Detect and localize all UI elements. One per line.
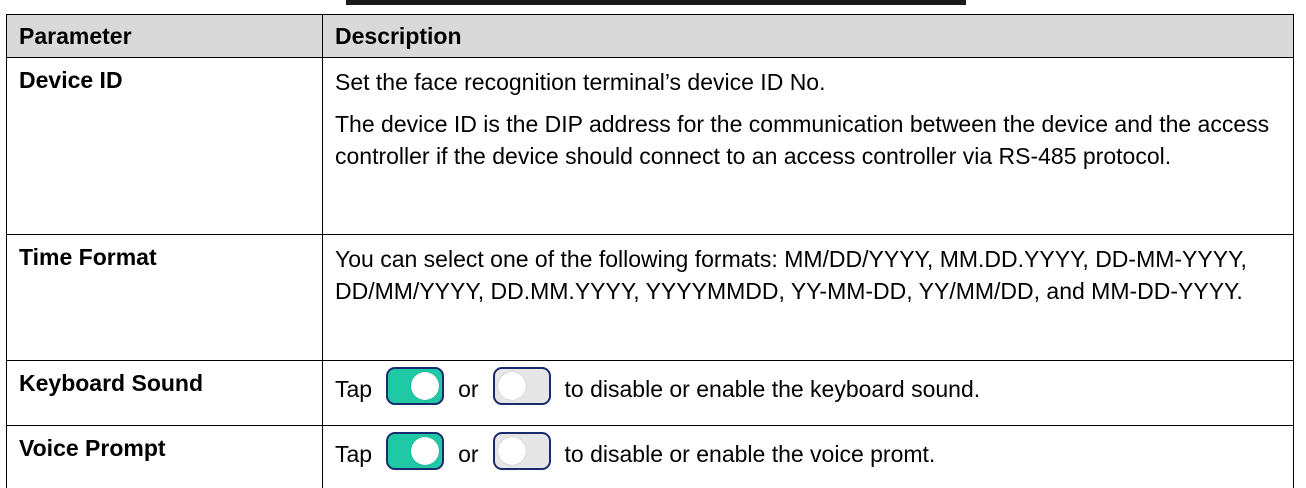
desc-text: You can select one of the following form…	[335, 246, 1247, 304]
toggle-instruction: Tap or to disable or enable the keyboard…	[335, 367, 1281, 405]
param-name-time-format: Time Format	[6, 234, 323, 361]
parameter-table: Parameter Description Device ID Set the …	[6, 14, 1294, 488]
toggle-off-icon	[492, 367, 551, 405]
table-row: Time Format You can select one of the fo…	[6, 234, 1294, 361]
desc-text: Set the face recognition terminal’s devi…	[335, 69, 826, 95]
toggle-on-icon	[386, 367, 445, 405]
table-header-row: Parameter Description	[6, 14, 1294, 58]
header-description: Description	[322, 14, 1294, 58]
or-text: or	[458, 441, 479, 467]
toggle-off-icon	[492, 432, 551, 470]
instruction-text: to disable or enable the keyboard sound.	[564, 376, 981, 402]
param-desc-voice-prompt: Tap or to disable or enable the voice pr…	[322, 425, 1294, 488]
toggle-on-icon	[386, 432, 445, 470]
page-top-rule	[346, 0, 966, 5]
param-desc-time-format: You can select one of the following form…	[322, 234, 1294, 361]
table-row: Device ID Set the face recognition termi…	[6, 57, 1294, 235]
param-desc-keyboard-sound: Tap or to disable or enable the keyboard…	[322, 360, 1294, 426]
tap-text: Tap	[335, 376, 373, 402]
header-parameter: Parameter	[6, 14, 323, 58]
param-name-device-id: Device ID	[6, 57, 323, 235]
toggle-instruction: Tap or to disable or enable the voice pr…	[335, 432, 1281, 470]
table-row: Voice Prompt Tap or to disable or enable…	[6, 425, 1294, 488]
or-text: or	[458, 376, 479, 402]
instruction-text: to disable or enable the voice promt.	[564, 441, 936, 467]
desc-text: The device ID is the DIP address for the…	[335, 111, 1270, 169]
param-name-keyboard-sound: Keyboard Sound	[6, 360, 323, 426]
param-desc-device-id: Set the face recognition terminal’s devi…	[322, 57, 1294, 235]
tap-text: Tap	[335, 441, 373, 467]
table-row: Keyboard Sound Tap or to disable or enab…	[6, 360, 1294, 426]
param-name-voice-prompt: Voice Prompt	[6, 425, 323, 488]
